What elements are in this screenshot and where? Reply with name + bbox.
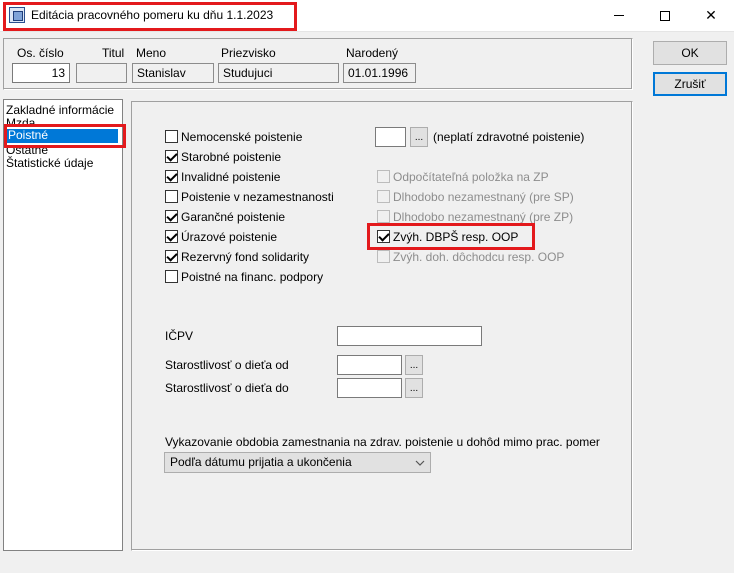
meno-field[interactable]: Stanislav [132, 63, 214, 83]
os-cislo-field[interactable]: 13 [12, 63, 70, 83]
dlhodobo-sp-checkbox[interactable] [377, 190, 390, 203]
financ-podpory-checkbox[interactable] [165, 270, 178, 283]
nezamestnanost-label: Poistenie v nezamestnanosti [181, 190, 334, 204]
titul-label: Titul [102, 46, 125, 60]
vykazovanie-label: Vykazovanie obdobia zamestnania na zdrav… [165, 435, 600, 449]
zp-note-label: (neplatí zdravotné poistenie) [433, 130, 585, 144]
rezervny-fond-checkbox[interactable] [165, 250, 178, 263]
maximize-icon [660, 10, 670, 21]
odpocitatelna-checkbox[interactable] [377, 170, 390, 183]
ok-button[interactable]: OK [653, 41, 727, 65]
meno-label: Meno [136, 46, 167, 60]
zvyh-dochodcu-label: Zvýh. doh. dôchodcu resp. OOP [393, 250, 565, 264]
maximize-button[interactable] [642, 0, 688, 31]
odpocitatelna-label: Odpočítateľná položka na ZP [393, 170, 549, 184]
minimize-button[interactable] [596, 0, 642, 31]
dlhodobo-sp-label: Dlhodobo nezamestnaný (pre SP) [393, 190, 574, 204]
garancne-checkbox[interactable] [165, 210, 178, 223]
dbps-highlight-annotation [367, 223, 535, 250]
dlhodobo-zp-label: Dlhodobo nezamestnaný (pre ZP) [393, 210, 574, 224]
section-item-statisticke[interactable]: Štatistické údaje [6, 157, 93, 170]
invalidne-label: Invalidné poistenie [181, 170, 281, 184]
urazove-label: Úrazové poistenie [181, 230, 278, 244]
rezervny-fond-label: Rezervný fond solidarity [181, 250, 310, 264]
zp-picker-button[interactable]: ... [410, 127, 428, 147]
nemocenske-checkbox[interactable] [165, 130, 178, 143]
financ-podpory-label: Poistné na financ. podpory [181, 270, 324, 284]
starostlivost-do-picker-button[interactable]: ... [405, 378, 423, 398]
priezvisko-field[interactable]: Studujuci [218, 63, 339, 83]
garancne-label: Garančné poistenie [181, 210, 286, 224]
chevron-down-icon [415, 460, 425, 466]
section-highlight-annotation [4, 124, 126, 148]
starostlivost-do-label: Starostlivosť o dieťa do [165, 381, 289, 395]
icpv-label: IČPV [165, 329, 194, 343]
cancel-button[interactable]: Zrušiť [653, 72, 727, 96]
starobne-label: Starobné poistenie [181, 150, 282, 164]
vykazovanie-select[interactable]: Podľa dátumu prijatia a ukončenia [164, 452, 431, 473]
title-highlight-annotation [3, 2, 297, 31]
close-button[interactable]: ✕ [688, 0, 734, 31]
close-icon: ✕ [705, 7, 717, 24]
narodeny-label: Narodený [346, 46, 399, 60]
starobne-checkbox[interactable] [165, 150, 178, 163]
os-cislo-label: Os. číslo [17, 46, 64, 60]
minimize-icon [614, 15, 624, 16]
narodeny-field[interactable]: 01.01.1996 [343, 63, 416, 83]
zp-field[interactable] [375, 127, 406, 147]
zvyh-dochodcu-checkbox[interactable] [377, 250, 390, 263]
invalidne-checkbox[interactable] [165, 170, 178, 183]
nemocenske-label: Nemocenské poistenie [181, 130, 303, 144]
titul-field[interactable] [76, 63, 127, 83]
starostlivost-do-field[interactable] [337, 378, 402, 398]
icpv-field[interactable] [337, 326, 482, 346]
urazove-checkbox[interactable] [165, 230, 178, 243]
dlhodobo-zp-checkbox[interactable] [377, 210, 390, 223]
starostlivost-od-field[interactable] [337, 355, 402, 375]
starostlivost-od-picker-button[interactable]: ... [405, 355, 423, 375]
nezamestnanost-checkbox[interactable] [165, 190, 178, 203]
priezvisko-label: Priezvisko [221, 46, 276, 60]
starostlivost-od-label: Starostlivosť o dieťa od [165, 358, 289, 372]
